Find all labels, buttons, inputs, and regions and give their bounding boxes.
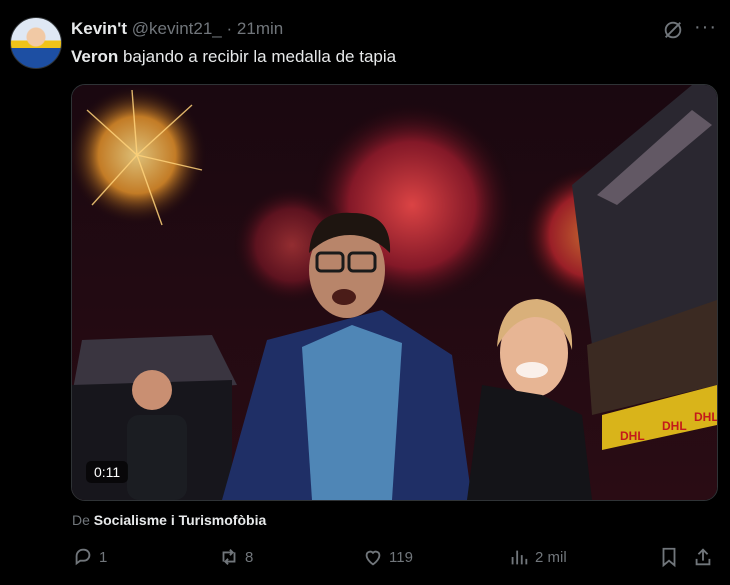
signage-text: DHL: [620, 429, 645, 443]
reply-button[interactable]: 1: [72, 546, 107, 568]
post-text-rest: bajando a recibir la medalla de tapia: [118, 47, 397, 66]
repost-icon: [222, 549, 236, 565]
post-text: Veron bajando a recibir la medalla de ta…: [71, 47, 396, 67]
reply-count: 1: [99, 548, 108, 566]
source-prefix: De: [72, 512, 90, 528]
action-bar: 1 8 119 2 mil: [72, 546, 720, 572]
repost-count: 8: [245, 548, 254, 566]
more-icon[interactable]: ···: [694, 16, 717, 39]
video-player[interactable]: DHL DHL DHL 0:11: [71, 84, 718, 501]
views-count: 2 mil: [535, 548, 567, 566]
author-handle[interactable]: @kevint21_: [132, 19, 222, 38]
author-name[interactable]: Kevin't: [71, 19, 127, 38]
signage-text: DHL: [694, 410, 717, 424]
like-button[interactable]: 119: [362, 546, 413, 568]
repost-button[interactable]: 8: [218, 546, 253, 568]
share-button[interactable]: [692, 546, 719, 568]
post-header: Kevin't @kevint21_ · 21min: [71, 19, 283, 39]
like-icon: [365, 550, 381, 566]
like-count: 119: [389, 548, 413, 566]
signage-text: DHL: [662, 419, 687, 433]
share-icon: [695, 548, 711, 566]
post-text-bold: Veron: [71, 47, 119, 66]
views-button[interactable]: 2 mil: [508, 546, 567, 568]
avatar[interactable]: [10, 17, 62, 69]
bookmark-button[interactable]: [658, 546, 685, 568]
reply-icon: [75, 548, 91, 566]
source-attribution: De Socialisme i Turismofòbia: [72, 512, 266, 528]
bookmark-icon: [662, 547, 676, 568]
post-time[interactable]: 21min: [237, 19, 283, 38]
grok-icon[interactable]: [662, 19, 684, 41]
views-icon: [511, 550, 528, 565]
source-name[interactable]: Socialisme i Turismofòbia: [94, 512, 266, 528]
separator: ·: [226, 19, 233, 38]
video-duration: 0:11: [86, 461, 129, 483]
video-frame: DHL DHL DHL: [72, 85, 717, 500]
